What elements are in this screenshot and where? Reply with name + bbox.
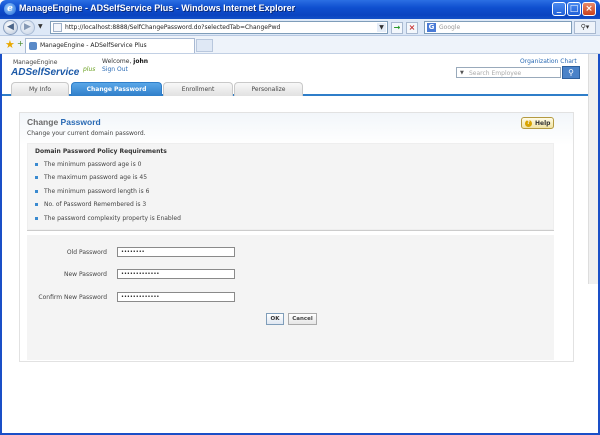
welcome-text: Welcome, john [102, 58, 148, 65]
organization-chart-link[interactable]: Organization Chart [520, 58, 577, 65]
browser-search-button[interactable]: ⚲▾ [574, 21, 596, 34]
page-icon [53, 23, 62, 32]
stop-button[interactable]: × [406, 22, 418, 34]
tab-page-icon [29, 42, 37, 50]
new-password-label: New Password [63, 271, 107, 278]
window-title-bar: e ManageEngine - ADSelfService Plus - Wi… [0, 0, 600, 19]
bullet-icon [35, 163, 38, 166]
bullet-icon [35, 217, 38, 220]
employee-search-button[interactable]: ⚲ [562, 66, 580, 79]
employee-search-placeholder: Search Employee [469, 70, 522, 77]
old-password-label: Old Password [66, 249, 107, 256]
ok-button[interactable]: OK [266, 313, 284, 325]
bullet-icon [35, 203, 38, 206]
logo-adselfservice: ADSelfService [11, 67, 80, 78]
help-label: Help [535, 120, 551, 127]
logo-manageengine: ManageEngine [13, 59, 58, 66]
logo-plus: plus [83, 66, 96, 73]
bullet-icon [35, 176, 38, 179]
page-title-part2: Password [60, 117, 101, 127]
google-icon: G [427, 23, 436, 32]
search-scope-dropdown-icon[interactable]: ▼ [460, 70, 464, 76]
policy-rule: The minimum password length is 6 [35, 188, 149, 195]
url-dropdown-icon[interactable]: ▼ [377, 23, 386, 32]
tab-enrollment[interactable]: Enrollment [163, 82, 233, 96]
browser-tab-bar: ★ + ManageEngine - ADSelfService Plus [0, 36, 600, 54]
old-password-input[interactable]: •••••••• [117, 247, 235, 257]
page-title: Change Password [27, 117, 101, 127]
user-name: john [133, 58, 149, 65]
tab-my-info[interactable]: My Info [11, 82, 69, 96]
browser-tab[interactable]: ManageEngine - ADSelfService Plus [25, 38, 195, 53]
tab-personalize[interactable]: Personalize [234, 82, 303, 96]
policy-rule: The minimum password age is 0 [35, 161, 141, 168]
password-form: Old Password •••••••• New Password •••••… [27, 235, 554, 360]
policy-rule: No. of Password Remembered is 3 [35, 201, 146, 208]
main-nav-tabs: My Info Change Password Enrollment Perso… [2, 82, 598, 96]
policy-rule: The password complexity property is Enab… [35, 215, 181, 222]
page-title-part1: Change [27, 117, 59, 127]
help-button[interactable]: ? Help [521, 117, 554, 129]
window-title: ManageEngine - ADSelfService Plus - Wind… [19, 3, 296, 13]
new-tab-button[interactable] [196, 39, 213, 52]
back-button[interactable]: ◀ [3, 20, 18, 35]
add-favorite-icon[interactable]: + [17, 39, 24, 48]
browser-search-input[interactable]: G Google [424, 21, 572, 34]
browser-tab-label: ManageEngine - ADSelfService Plus [40, 42, 147, 49]
favorites-star-icon[interactable]: ★ [5, 38, 15, 51]
page-subtitle: Change your current domain password. [27, 130, 146, 137]
employee-search-input[interactable]: ▼ Search Employee [456, 67, 561, 78]
go-button[interactable]: → [391, 22, 403, 34]
divider [27, 230, 554, 231]
confirm-password-label: Confirm New Password [38, 294, 107, 301]
page-content: ManageEngine ADSelfService plus Welcome,… [0, 54, 600, 435]
address-bar: ◀ ▶ ▼ http://localhost:8888/SelfChangePa… [0, 19, 600, 36]
new-password-input[interactable]: ••••••••••••• [117, 269, 235, 279]
tab-change-password[interactable]: Change Password [71, 82, 162, 96]
sign-out-link[interactable]: Sign Out [102, 66, 128, 73]
welcome-prefix: Welcome, [102, 58, 132, 65]
policy-title: Domain Password Policy Requirements [35, 148, 167, 155]
bullet-icon [35, 190, 38, 193]
cancel-button[interactable]: Cancel [288, 313, 317, 325]
policy-rule: The maximum password age is 45 [35, 174, 147, 181]
url-text: http://localhost:8888/SelfChangePassword… [65, 24, 281, 31]
help-icon: ? [525, 120, 532, 127]
url-input[interactable]: http://localhost:8888/SelfChangePassword… [50, 21, 388, 34]
vertical-scrollbar[interactable] [588, 54, 598, 284]
browser-search-placeholder: Google [439, 24, 461, 31]
confirm-password-input[interactable]: ••••••••••••• [117, 292, 235, 302]
maximize-button[interactable]: □ [567, 2, 581, 16]
forward-button[interactable]: ▶ [20, 20, 35, 35]
history-dropdown-icon[interactable]: ▼ [38, 23, 43, 30]
close-button[interactable]: × [582, 2, 596, 16]
password-policy-box: Domain Password Policy Requirements The … [27, 143, 554, 230]
ie-logo-icon: e [4, 3, 16, 15]
panel-header: Change Password Change your current doma… [20, 113, 573, 145]
minimize-button[interactable]: _ [552, 2, 566, 16]
